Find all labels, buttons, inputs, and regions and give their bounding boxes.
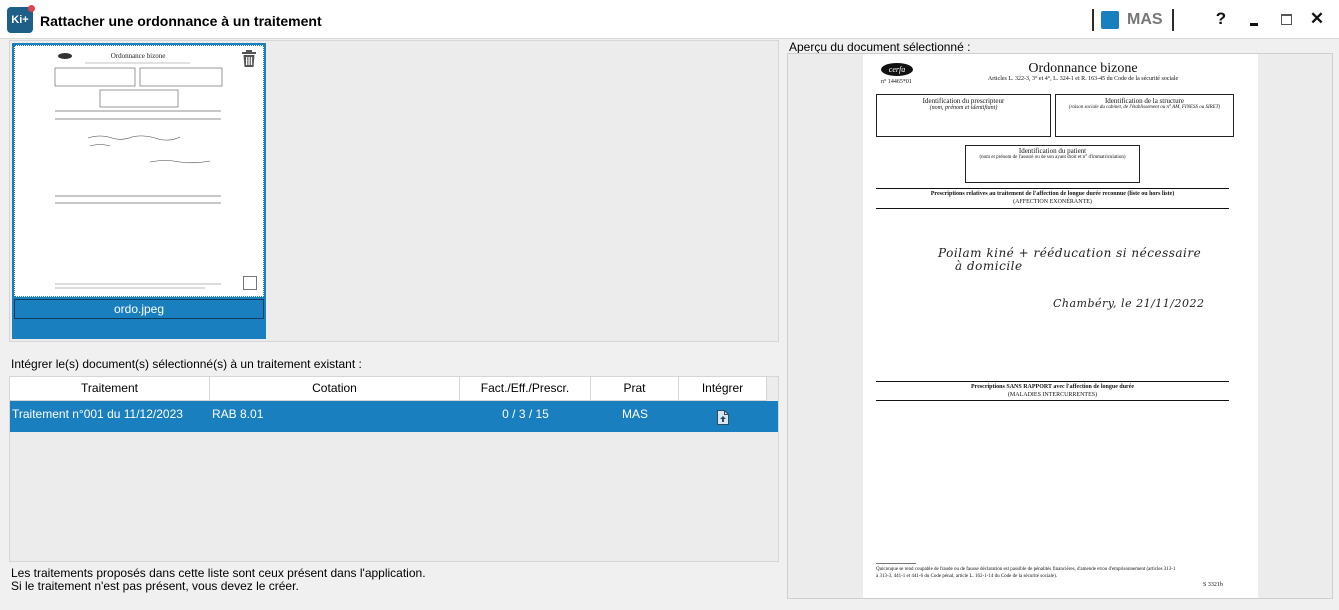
patient-title: Identification du patient: [1018, 147, 1087, 155]
handwriting-line-2: à domicile: [955, 259, 1023, 273]
document-thumbnails: Ordonnance bizone ordo.jpeg: [9, 40, 779, 342]
patient-box: Identification du patient (nom et prénom…: [965, 145, 1140, 183]
document-thumbnail-image[interactable]: Ordonnance bizone: [14, 45, 264, 297]
maximize-button[interactable]: [1275, 8, 1297, 30]
minimize-icon: [1250, 23, 1258, 26]
prescriber-sub: (nom, prénom et identifiant): [929, 105, 998, 111]
handwriting-line-3: Chambéry, le 21/11/2022: [1053, 297, 1205, 310]
section1-sub: (AFFECTION EXONÉRANTE): [1013, 199, 1092, 205]
divider: [1092, 9, 1094, 31]
column-header-integrer[interactable]: Intégrer: [679, 377, 767, 400]
cell-prat: MAS: [621, 407, 648, 421]
patient-sub: (nom et prénom de l'assuré ou de son aya…: [979, 155, 1126, 160]
treatments-table: Traitement Cotation Fact./Eff./Prescr. P…: [9, 376, 779, 562]
prescription-document: cerfa n° 14465*01 Ordonnance bizone Arti…: [863, 54, 1258, 598]
doc-footer-line-2: à 313-3, 441-1 et 441-6 du Code pénal, a…: [876, 574, 1058, 579]
cell-counts: 0 / 3 / 15: [502, 407, 549, 421]
thumbnail-title: Ordonnance bizone: [111, 52, 166, 60]
help-button[interactable]: ?: [1210, 8, 1232, 30]
preview-label: Aperçu du document sélectionné :: [789, 40, 971, 54]
form-code: S 3321b: [1203, 582, 1223, 588]
column-header-traitement[interactable]: Traitement: [10, 377, 210, 400]
structure-box: Identification de la structure (raison s…: [1055, 94, 1234, 137]
prescriber-title: Identification du prescripteur: [922, 97, 1005, 105]
handwriting-line-1: Poilam kiné + rééducation si nécessaire: [938, 246, 1202, 260]
app-logo-icon: Ki+: [7, 5, 35, 33]
table-header: Traitement Cotation Fact./Eff./Prescr. P…: [10, 377, 767, 401]
delete-trash-icon[interactable]: [241, 50, 257, 70]
app-logo-text: Ki+: [11, 14, 29, 26]
info-note-line-2: Si le traitement n'est pas présent, vous…: [11, 579, 299, 593]
document-select-checkbox[interactable]: [243, 276, 257, 290]
column-header-counts[interactable]: Fact./Eff./Prescr.: [460, 377, 591, 400]
section2-sub: (MALADIES INTERCURRENTES): [1007, 392, 1098, 398]
structure-sub: (raison sociale du cabinet, de l'établis…: [1068, 105, 1221, 110]
document-preview: cerfa n° 14465*01 Ordonnance bizone Arti…: [787, 53, 1333, 599]
doc-title: Ordonnance bizone: [1028, 61, 1138, 76]
doc-articles: Articles L. 322-3, 3° et 4°, L. 324-1 et…: [987, 76, 1179, 82]
doc-footer: Quiconque se rend coupable de fraude ou …: [876, 566, 1236, 580]
document-thumbnail-selected[interactable]: Ordonnance bizone ordo.jpeg: [12, 43, 266, 339]
document-file-name: ordo.jpeg: [14, 299, 264, 319]
maximize-icon: [1280, 13, 1292, 25]
column-header-cotation[interactable]: Cotation: [210, 377, 460, 400]
user-color-icon: [1101, 11, 1119, 29]
cerfa-logo: cerfa: [881, 63, 913, 76]
close-button[interactable]: ✕: [1306, 8, 1328, 30]
table-row[interactable]: Traitement n°001 du 11/12/2023 RAB 8.01 …: [10, 401, 778, 432]
column-header-prat[interactable]: Prat: [591, 377, 679, 400]
doc-footer-line-1: Quiconque se rend coupable de fraude ou …: [876, 567, 1176, 572]
cell-cotation: RAB 8.01: [212, 407, 264, 421]
integrate-label: Intégrer le(s) document(s) sélectionné(s…: [11, 357, 362, 371]
cell-integrer: [679, 401, 767, 432]
info-note: Les traitements proposés dans cette list…: [11, 567, 426, 593]
current-user[interactable]: MAS: [1127, 11, 1163, 29]
upload-file-icon[interactable]: [717, 408, 729, 434]
section1-title: Prescriptions relatives au traitement de…: [930, 191, 1175, 197]
window-title: Rattacher une ordonnance à un traitement: [40, 13, 322, 29]
title-bar: Ki+ Rattacher une ordonnance à un traite…: [0, 0, 1339, 39]
minimize-button[interactable]: [1243, 8, 1265, 30]
divider: [1172, 9, 1174, 31]
structure-title: Identification de la structure: [1104, 97, 1185, 105]
ordonnance-thumbnail-drawing: Ordonnance bizone: [54, 52, 223, 289]
prescriber-box: Identification du prescripteur (nom, pré…: [876, 94, 1051, 137]
section2-title: Prescriptions SANS RAPPORT avec l'affect…: [970, 384, 1135, 390]
form-number: n° 14465*01: [881, 79, 912, 85]
cell-traitement: Traitement n°001 du 11/12/2023: [12, 407, 183, 421]
